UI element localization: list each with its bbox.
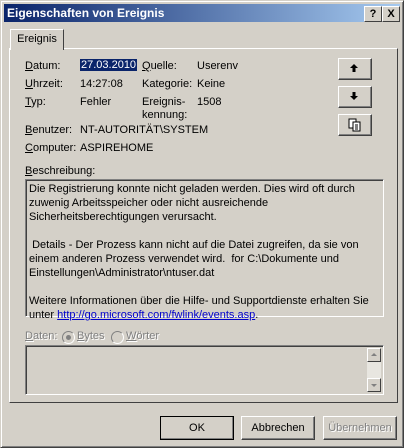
words-radio[interactable] xyxy=(111,331,124,344)
quelle-value: Userenv xyxy=(197,60,238,72)
help-button[interactable]: ? xyxy=(364,6,382,22)
bytes-radio-dot xyxy=(66,335,71,340)
description-suffix: . xyxy=(255,309,259,321)
copy-button[interactable] xyxy=(338,114,372,136)
words-label: Wörter xyxy=(126,330,160,342)
scroll-up-button[interactable] xyxy=(367,348,381,362)
arrow-up-icon xyxy=(350,64,358,72)
bytes-radio[interactable] xyxy=(62,331,75,344)
description-box[interactable]: Die Registrierung konnte nicht geladen w… xyxy=(25,179,384,321)
scroll-down-button[interactable] xyxy=(367,378,381,392)
description-body: Die Registrierung konnte nicht geladen w… xyxy=(29,183,369,321)
computer-label: Computer: xyxy=(25,142,77,154)
kategorie-label: Kategorie: xyxy=(142,78,193,90)
copy-icon xyxy=(348,118,361,132)
scroll-down-icon xyxy=(371,384,377,387)
close-button[interactable]: X xyxy=(382,6,400,22)
quelle-label: Quelle: xyxy=(142,60,177,72)
ereignis-label-line1: Ereignis- xyxy=(142,96,186,108)
data-scrollbar[interactable] xyxy=(367,348,381,392)
datum-label: Datum: xyxy=(25,60,61,72)
benutzer-value: NT-AUTORITÄT\SYSTEM xyxy=(80,124,209,136)
description-text: Die Registrierung konnte nicht geladen w… xyxy=(29,182,381,322)
data-box[interactable] xyxy=(25,345,384,395)
datum-value[interactable]: 27.03.2010 xyxy=(80,59,138,71)
description-label: Beschreibung: xyxy=(25,165,96,177)
event-properties-window: Eigenschaften von Ereignis ? X Ereignis … xyxy=(0,0,404,448)
computer-value: ASPIREHOME xyxy=(80,142,154,154)
window-title: Eigenschaften von Ereignis xyxy=(7,6,165,20)
help-link[interactable]: http://go.microsoft.com/fwlink/events.as… xyxy=(57,309,255,321)
cancel-button[interactable]: Abbrechen xyxy=(241,416,315,440)
ok-button[interactable]: OK xyxy=(160,416,234,440)
previous-event-button[interactable] xyxy=(338,58,372,80)
typ-label: Typ: xyxy=(25,96,46,108)
kategorie-value: Keine xyxy=(197,78,226,90)
uhrzeit-value: 14:27:08 xyxy=(80,78,123,90)
ereignis-value: 1508 xyxy=(197,96,222,108)
ereignis-label-line2: kennung: xyxy=(142,109,188,121)
arrow-down-icon xyxy=(350,92,358,100)
data-label: Daten: xyxy=(25,330,58,342)
typ-value: Fehler xyxy=(80,96,112,108)
scroll-up-icon xyxy=(371,353,377,356)
bytes-label: Bytes xyxy=(77,330,105,342)
tab-ereignis[interactable]: Ereignis xyxy=(10,29,64,50)
title-bar[interactable]: Eigenschaften von Ereignis ? X xyxy=(4,4,400,22)
uhrzeit-label: Uhrzeit: xyxy=(25,78,63,90)
apply-button[interactable]: Übernehmen xyxy=(323,416,397,440)
benutzer-label: Benutzer: xyxy=(25,124,73,136)
next-event-button[interactable] xyxy=(338,86,372,108)
